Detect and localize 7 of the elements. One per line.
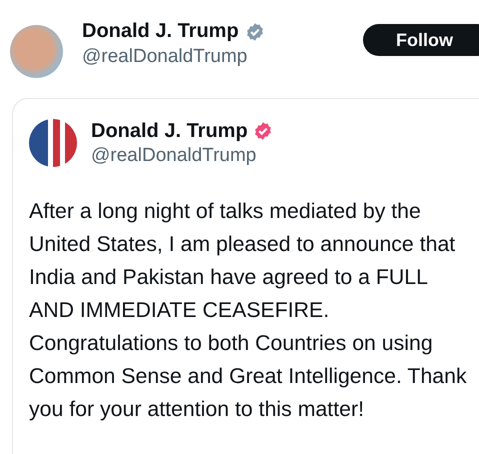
author-name[interactable]: Donald J. Trump bbox=[91, 120, 248, 142]
follow-button[interactable]: Follow bbox=[363, 24, 479, 56]
quoted-post-card[interactable] bbox=[12, 98, 479, 454]
author-handle[interactable]: @realDonaldTrump bbox=[82, 46, 363, 68]
post-text: After a long night of talks mediated by the United States, I am pleased to announce that India and Pakistan have agreed to a FULL AND IMMEDIATE CEASEFIRE. Congratulations to both Countries on using Common Sense and Great Intelligence. Thank you for your attention to this matter! bbox=[29, 198, 468, 423]
author-name[interactable]: Donald J. Trump bbox=[82, 20, 239, 43]
author-handle[interactable]: @realDonaldTrump bbox=[91, 144, 273, 166]
